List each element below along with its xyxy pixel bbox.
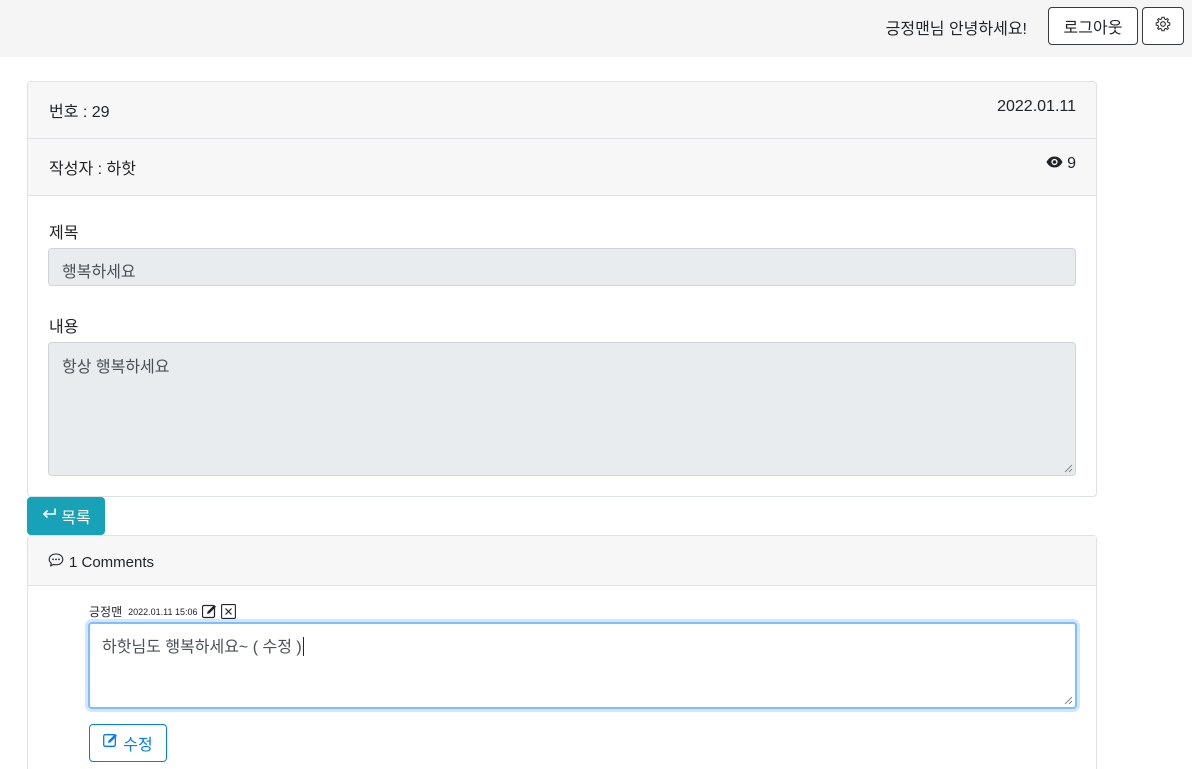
post-detail-card: 번호 : 29 2022.01.11 작성자 : 하핫 9 제목 행복하세요 내… (27, 81, 1097, 497)
post-number-row: 번호 : 29 2022.01.11 (28, 82, 1096, 139)
post-author: 작성자 : 하핫 (49, 161, 136, 178)
comments-header: 1 Comments (28, 536, 1096, 586)
post-number: 번호 : 29 (49, 104, 110, 121)
text-caret (302, 637, 304, 656)
comments-card: 1 Comments 긍정맨 2022.01.11 15:06 하핫님도 행복하… (27, 535, 1097, 769)
post-author-row: 작성자 : 하핫 9 (28, 139, 1096, 196)
gear-icon (1155, 16, 1171, 37)
comments-title: 1 Comments (48, 552, 154, 572)
view-count-value: 9 (1067, 155, 1076, 172)
comment-date: 2022.01.11 15:06 (128, 606, 198, 617)
comments-count-label: 1 Comments (69, 553, 155, 571)
comment-meta: 긍정맨 2022.01.11 15:06 (89, 603, 236, 620)
title-label: 제목 (49, 225, 79, 242)
logout-button[interactable]: 로그아웃 (1048, 7, 1138, 45)
content-text: 항상 행복하세요 (62, 359, 170, 376)
resize-grip-icon[interactable] (1064, 464, 1073, 473)
comment-author: 긍정맨 (89, 605, 123, 619)
resize-grip-icon[interactable] (1064, 696, 1073, 705)
comment-edit-textarea[interactable]: 하핫님도 행복하세요~ ( 수정 ) (88, 622, 1077, 709)
view-count: 9 (1046, 155, 1076, 173)
edit-comment-icon[interactable] (201, 604, 217, 619)
top-navbar: 긍정맨님 안녕하세요! 로그아웃 (0, 0, 1192, 57)
delete-comment-icon[interactable] (220, 604, 236, 619)
chat-bubble-icon (48, 552, 64, 572)
title-field[interactable]: 행복하세요 (48, 248, 1076, 286)
edit-icon (103, 733, 118, 753)
edit-button-label: 수정 (123, 737, 153, 754)
settings-button[interactable] (1142, 7, 1184, 45)
user-greeting: 긍정맨님 안녕하세요! (885, 21, 1027, 38)
return-arrow-icon (41, 507, 57, 526)
post-date: 2022.01.11 (997, 98, 1076, 115)
content-field[interactable]: 항상 행복하세요 (48, 342, 1076, 476)
eye-icon (1046, 155, 1063, 173)
list-button-label: 목록 (61, 510, 91, 527)
edit-comment-button[interactable]: 수정 (89, 724, 167, 762)
list-button[interactable]: 목록 (27, 497, 105, 535)
content-label: 내용 (49, 319, 79, 336)
comment-text: 하핫님도 행복하세요~ ( 수정 ) (102, 639, 302, 656)
